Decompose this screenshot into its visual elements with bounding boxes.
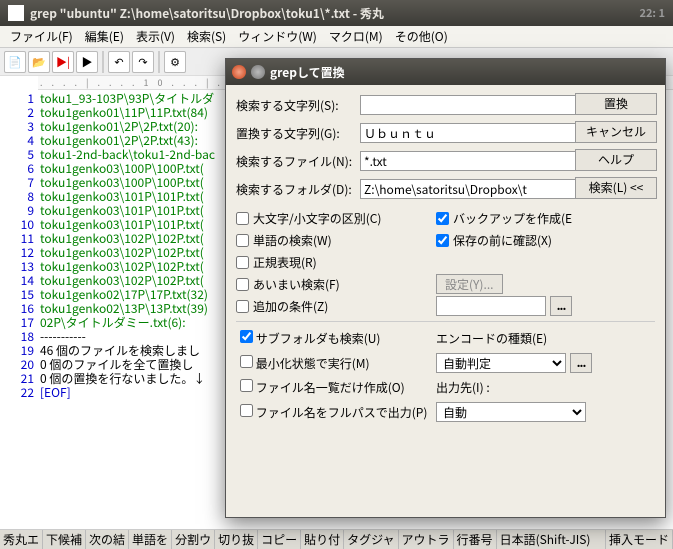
regex-checkbox[interactable]: [236, 256, 249, 269]
tb-new-icon[interactable]: 📄: [4, 51, 26, 73]
case-checkbox[interactable]: [236, 212, 249, 225]
file-label: 検索するファイル(N):: [236, 153, 356, 170]
extra-checkbox[interactable]: [236, 300, 249, 313]
clock: 22: 1: [639, 5, 665, 21]
sb-9[interactable]: アウトラ: [399, 530, 454, 549]
sb-encoding[interactable]: 日本語(Shift-JIS): [497, 530, 606, 549]
sb-5[interactable]: 切り抜: [215, 530, 258, 549]
extra-input[interactable]: [436, 296, 546, 316]
listonly-checkbox[interactable]: [240, 379, 253, 392]
dialog-title: grepして置換: [270, 64, 345, 81]
app-icon: [8, 5, 24, 21]
statusbar: 秀丸エ 下候補 次の結 単語を 分割ウ 切り抜 コピー 貼り付 タグジャ アウト…: [0, 529, 673, 549]
menu-edit[interactable]: 編集(E): [79, 26, 130, 47]
window-title: grep "ubuntu" Z:\home\satoritsu\Dropbox\…: [30, 5, 384, 22]
menu-search[interactable]: 検索(S): [181, 26, 232, 47]
folder-label: 検索するフォルダ(D):: [236, 181, 356, 198]
tb-redo-icon[interactable]: ↷: [132, 51, 154, 73]
sb-mode[interactable]: 挿入モード: [606, 530, 673, 549]
folder-input[interactable]: [360, 179, 607, 199]
subfolder-label: サブフォルダも検索(U): [256, 330, 381, 347]
backup-checkbox[interactable]: [436, 212, 449, 225]
menu-other[interactable]: その他(O): [389, 26, 454, 47]
sb-10[interactable]: 行番号: [454, 530, 497, 549]
dialog-titlebar[interactable]: grepして置換: [226, 59, 665, 85]
output-label: 出力先(I) :: [436, 379, 490, 396]
tb-tool-icon[interactable]: ⚙: [164, 51, 186, 73]
tb-play-icon[interactable]: ▶: [76, 51, 98, 73]
extra-label: 追加の条件(Z): [253, 298, 328, 315]
fuzzy-label: あいまい検索(F): [253, 276, 340, 293]
search-label: 検索する文字列(S):: [236, 97, 356, 114]
menu-file[interactable]: ファイル(F): [4, 26, 79, 47]
encoding-select[interactable]: 自動判定: [436, 353, 566, 373]
minimized-label: 最小化状態で実行(M): [256, 355, 370, 372]
listonly-label: ファイル名一覧だけ作成(O): [256, 379, 405, 396]
menubar: ファイル(F) 編集(E) 表示(V) 検索(S) ウィンドウ(W) マクロ(M…: [0, 26, 673, 48]
extra-browse-button[interactable]: ...: [550, 296, 572, 316]
replace-button[interactable]: 置換: [575, 93, 657, 115]
backup-label: バックアップを作成(E: [453, 210, 572, 227]
grep-replace-dialog: grepして置換 検索する文字列(S): ▼ 置換する文字列(G): ▼ 検索す…: [225, 58, 666, 518]
fuzzy-checkbox[interactable]: [236, 278, 249, 291]
minimized-checkbox[interactable]: [240, 355, 253, 368]
sb-3[interactable]: 単語を: [129, 530, 172, 549]
word-checkbox[interactable]: [236, 234, 249, 247]
word-label: 単語の検索(W): [253, 232, 332, 249]
menu-macro[interactable]: マクロ(M): [323, 26, 389, 47]
sb-6[interactable]: コピー: [258, 530, 301, 549]
tb-rec-icon[interactable]: ▶|: [52, 51, 74, 73]
tb-undo-icon[interactable]: ↶: [108, 51, 130, 73]
replace-label: 置換する文字列(G):: [236, 125, 356, 142]
tb-open-icon[interactable]: 📂: [28, 51, 50, 73]
confirm-checkbox[interactable]: [436, 234, 449, 247]
close-icon[interactable]: [232, 65, 246, 79]
output-select[interactable]: 自動: [436, 402, 586, 422]
main-titlebar: grep "ubuntu" Z:\home\satoritsu\Dropbox\…: [0, 0, 673, 26]
sb-8[interactable]: タグジャ: [344, 530, 398, 549]
case-label: 大文字/小文字の区別(C): [253, 210, 381, 227]
subfolder-checkbox[interactable]: [240, 330, 253, 343]
fullpath-label: ファイル名をフルパスで出力(P): [256, 404, 428, 421]
cancel-button[interactable]: キャンセル: [575, 121, 657, 143]
line-gutter: 12345678910111213141516171819202122: [0, 76, 38, 529]
sb-7[interactable]: 貼り付: [301, 530, 344, 549]
minimize-icon[interactable]: [251, 65, 265, 79]
sb-app[interactable]: 秀丸エ: [0, 530, 43, 549]
sb-4[interactable]: 分割ウ: [172, 530, 215, 549]
confirm-label: 保存の前に確認(X): [453, 232, 552, 249]
encoding-label: エンコードの種類(E): [436, 330, 547, 347]
encoding-browse-button[interactable]: ...: [570, 353, 592, 373]
menu-view[interactable]: 表示(V): [130, 26, 181, 47]
search-button[interactable]: 検索(L) <<: [575, 177, 657, 199]
fullpath-checkbox[interactable]: [240, 404, 253, 417]
regex-label: 正規表現(R): [253, 254, 317, 271]
fuzzy-settings-button[interactable]: 設定(Y)...: [436, 274, 503, 294]
menu-window[interactable]: ウィンドウ(W): [232, 26, 323, 47]
help-button[interactable]: ヘルプ: [575, 149, 657, 171]
sb-1[interactable]: 下候補: [43, 530, 86, 549]
sb-2[interactable]: 次の結: [86, 530, 129, 549]
